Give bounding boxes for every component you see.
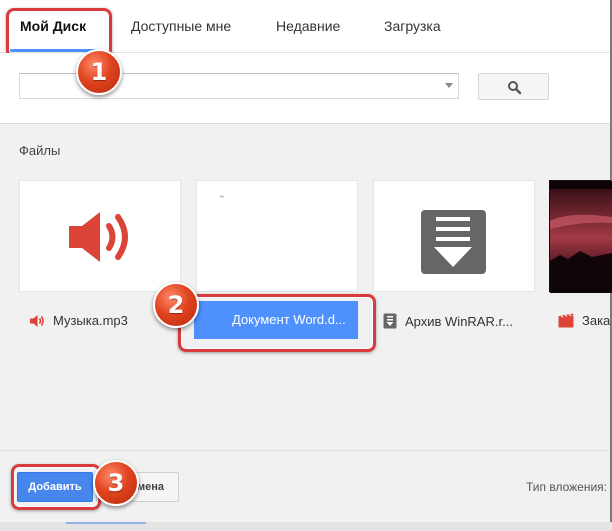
archive-file-icon — [383, 313, 397, 329]
file-thumbnail-archive[interactable] — [373, 180, 535, 292]
file-thumbnail-video[interactable] — [549, 180, 612, 293]
highlight-frame-add — [11, 464, 101, 510]
file-label-archive[interactable]: Архив WinRAR.r... — [383, 313, 513, 329]
document-preview-text: ™ — [219, 195, 224, 201]
file-thumbnail-music[interactable] — [19, 180, 181, 292]
file-name: Музыка.mp3 — [53, 313, 128, 328]
file-thumbnail-word[interactable]: ™ — [196, 180, 358, 292]
bottom-strip — [0, 522, 612, 531]
file-label-video[interactable]: Зака — [558, 313, 610, 328]
step-marker-1: 1 — [76, 49, 122, 95]
step-marker-3: 3 — [93, 460, 139, 506]
video-file-icon — [558, 313, 574, 328]
search-dropdown-icon[interactable] — [445, 83, 453, 88]
speaker-icon — [69, 212, 128, 262]
archive-download-icon — [421, 210, 486, 274]
tab-upload[interactable]: Загрузка — [384, 18, 441, 34]
files-section-title: Файлы — [19, 143, 61, 158]
audio-file-icon — [30, 314, 44, 327]
tab-recent[interactable]: Недавние — [276, 18, 340, 34]
search-icon — [508, 81, 522, 95]
bottom-accent — [66, 522, 146, 524]
step-marker-2: 2 — [153, 282, 199, 328]
highlight-frame-file — [178, 294, 376, 352]
attachment-type-label: Тип вложения: — [526, 480, 607, 494]
file-name: Архив WinRAR.r... — [405, 313, 513, 329]
search-button[interactable] — [478, 73, 549, 100]
video-preview-image — [550, 181, 612, 293]
file-name: Зака — [582, 313, 611, 328]
tab-shared-with-me[interactable]: Доступные мне — [131, 18, 231, 34]
file-label-music[interactable]: Музыка.mp3 — [29, 313, 128, 328]
